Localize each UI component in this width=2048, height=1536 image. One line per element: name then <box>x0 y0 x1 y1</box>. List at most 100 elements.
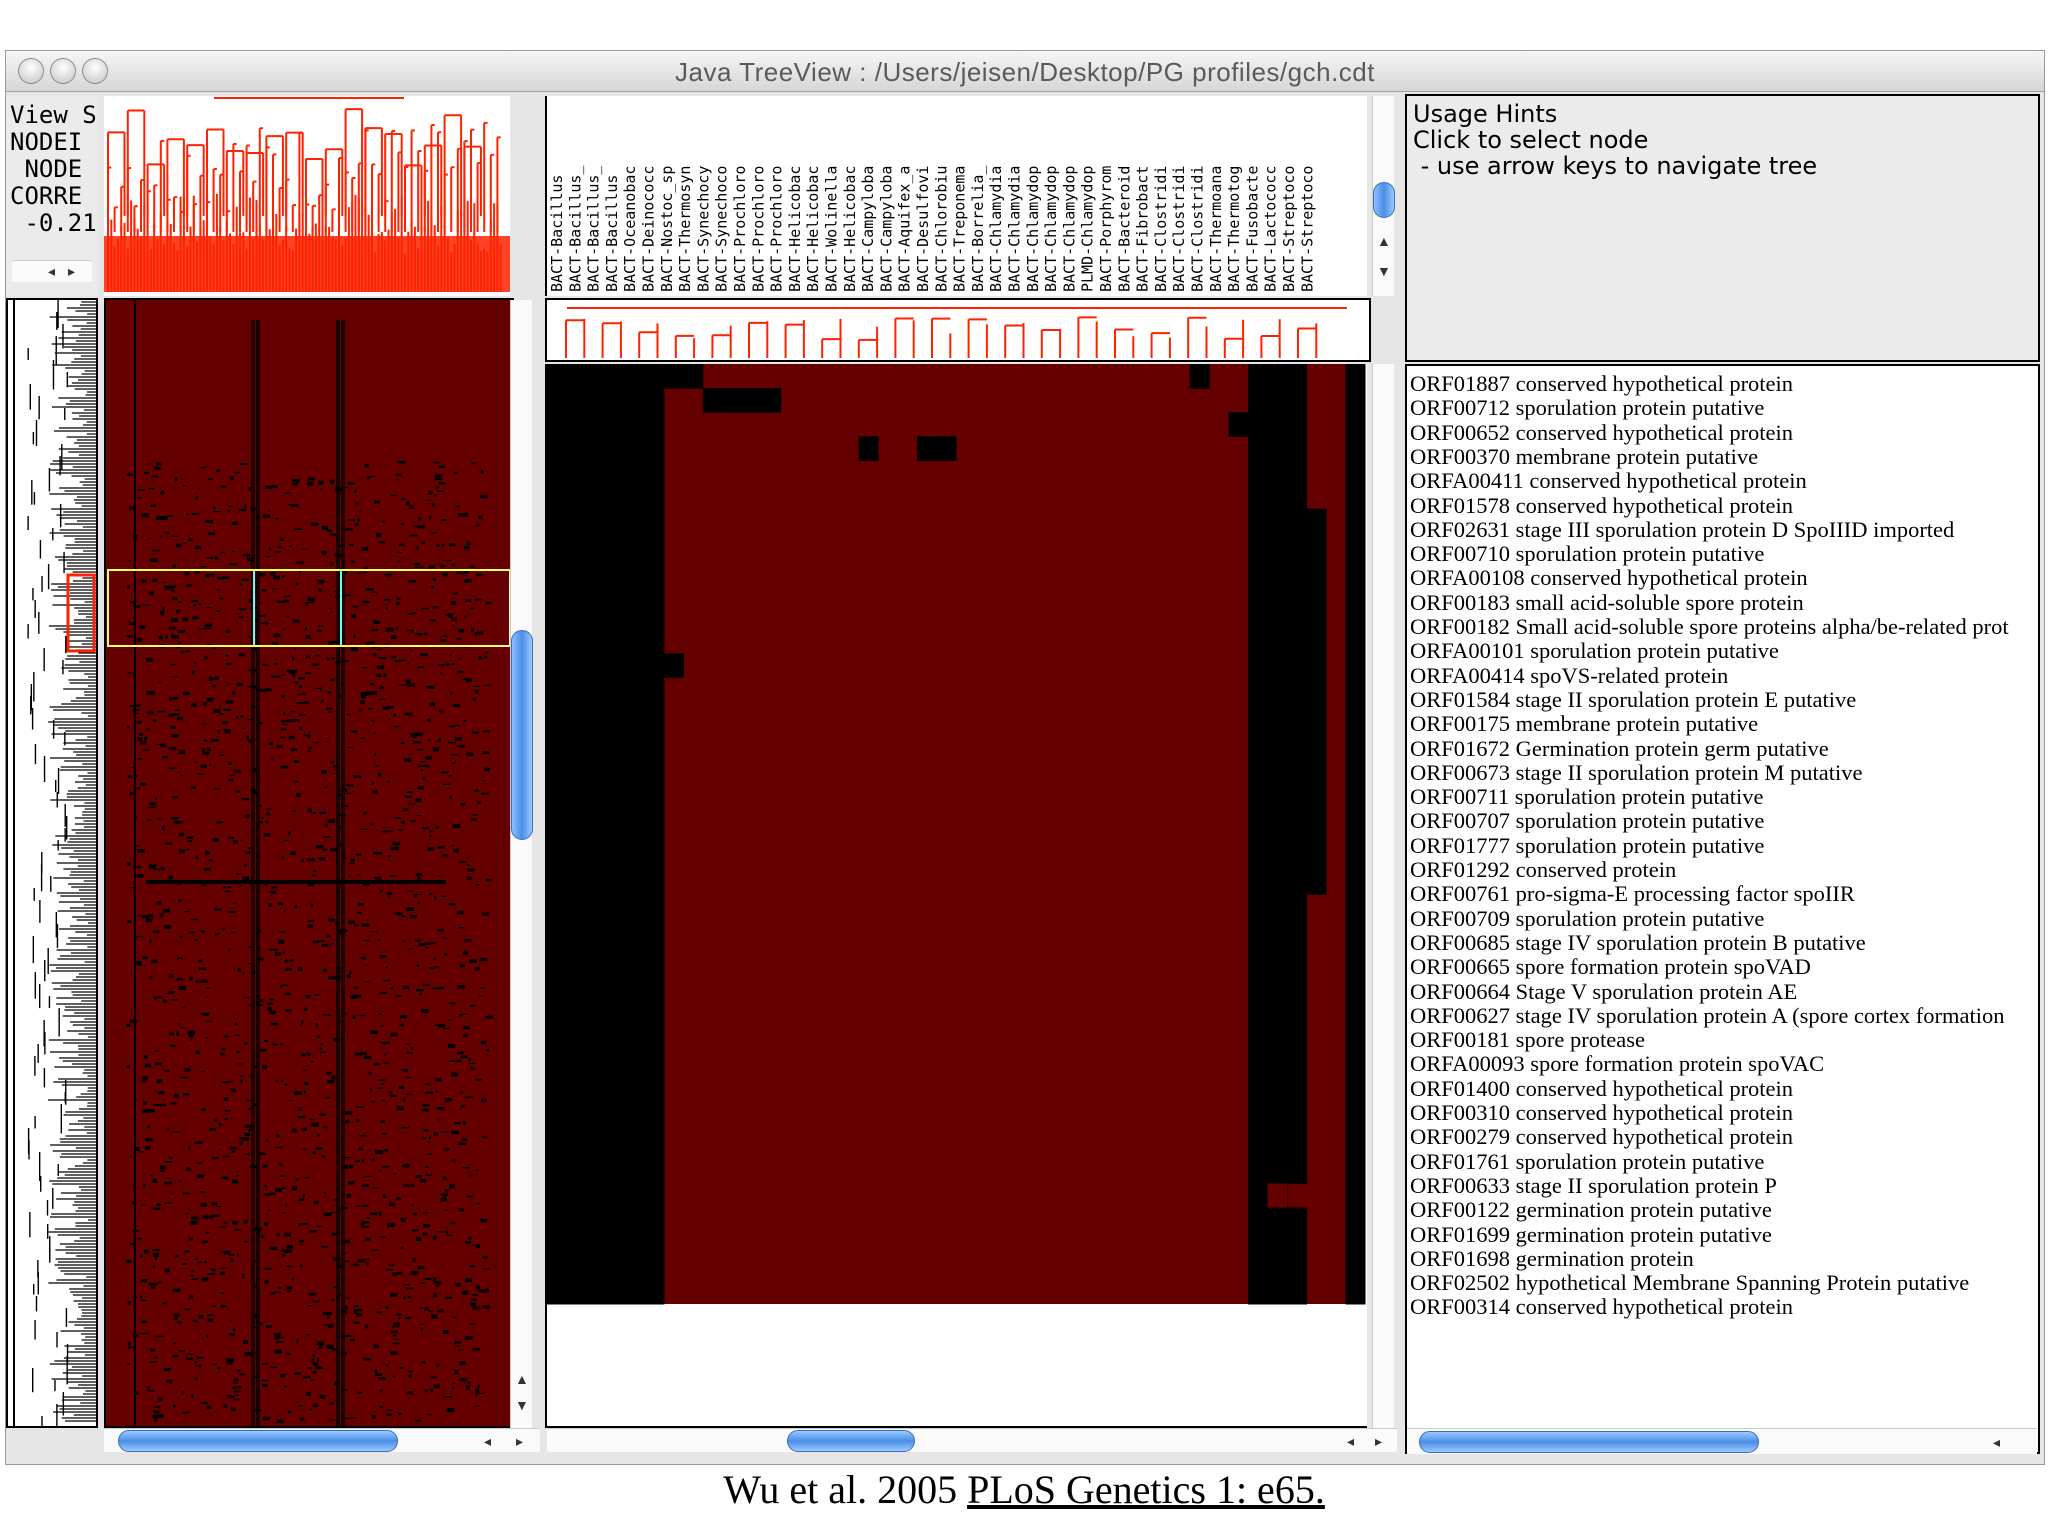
array-name-label[interactable]: BACT-Bacillus_ <box>566 165 584 292</box>
heatmap-cell[interactable] <box>624 677 645 702</box>
heatmap-cell[interactable] <box>1287 918 1308 943</box>
heatmap-cell[interactable] <box>1267 1207 1288 1233</box>
heatmap-cell[interactable] <box>547 1183 567 1209</box>
heatmap-cell[interactable] <box>1267 1014 1288 1040</box>
heatmap-cell[interactable] <box>624 653 645 678</box>
heatmap-cell[interactable] <box>585 653 606 678</box>
heatmap-cell[interactable] <box>1267 484 1288 510</box>
array-name-label[interactable]: BACT-Helicobac <box>786 166 804 292</box>
heatmap-cell[interactable] <box>1306 605 1327 630</box>
heatmap-cell[interactable] <box>624 821 645 847</box>
heatmap-cell[interactable] <box>566 894 587 919</box>
heatmap-cell[interactable] <box>1267 580 1288 606</box>
array-name-label[interactable]: BACT-Wolinella <box>823 166 841 292</box>
heatmap-cell[interactable] <box>1345 532 1366 558</box>
heatmap-cell[interactable] <box>1267 532 1288 558</box>
heatmap-cell[interactable] <box>1248 918 1269 943</box>
heatmap-cell[interactable] <box>624 436 645 461</box>
global-horizontal-scrollbar[interactable]: ◂ ▸ <box>104 1428 540 1452</box>
scroll-left-icon[interactable]: ◂ <box>1993 1435 2000 1449</box>
heatmap-cell[interactable] <box>1345 846 1366 871</box>
heatmap-cell[interactable] <box>566 918 587 943</box>
heatmap-cell[interactable] <box>1267 1111 1288 1136</box>
heatmap-cell[interactable] <box>1306 701 1327 727</box>
heatmap-cell[interactable] <box>605 1183 626 1209</box>
heatmap-cell[interactable] <box>566 508 587 534</box>
heatmap-cell[interactable] <box>858 436 879 461</box>
heatmap-cell[interactable] <box>624 460 645 486</box>
heatmap-cell[interactable] <box>1267 1062 1288 1088</box>
heatmap-cell[interactable] <box>644 1159 665 1184</box>
gene-list-item[interactable]: ORF00761 pro-sigma-E processing factor s… <box>1410 882 1855 906</box>
array-name-label[interactable]: BACT-Porphyrom <box>1097 166 1115 292</box>
heatmap-cell[interactable] <box>644 677 665 702</box>
heatmap-cell[interactable] <box>547 1014 567 1040</box>
heatmap-cell[interactable] <box>1267 1183 1288 1208</box>
heatmap-cell[interactable] <box>1345 436 1366 461</box>
heatmap-cell[interactable] <box>605 532 626 558</box>
array-name-label[interactable]: BACT-Chlamydia <box>1006 166 1024 292</box>
array-name-label[interactable]: BACT-Thermoana <box>1207 166 1225 292</box>
heatmap-cell[interactable] <box>566 966 587 992</box>
heatmap-cell[interactable] <box>1248 412 1269 437</box>
heatmap-cell[interactable] <box>605 821 626 847</box>
heatmap-cell[interactable] <box>1345 1111 1366 1136</box>
heatmap-cell[interactable] <box>547 701 567 727</box>
heatmap-cell[interactable] <box>1267 629 1288 654</box>
heatmap-cell[interactable] <box>1345 1255 1366 1281</box>
heatmap-cell[interactable] <box>1345 725 1366 751</box>
heatmap-cell[interactable] <box>605 1255 626 1281</box>
heatmap-cell[interactable] <box>1248 653 1269 678</box>
heatmap-cell[interactable] <box>1345 580 1366 606</box>
array-name-labels[interactable]: BACT-Bacillus BACT-Bacillus_ BACT-Bacillus… <box>547 96 1347 296</box>
heatmap-cell[interactable] <box>585 436 606 461</box>
heatmap-cell[interactable] <box>1287 966 1308 992</box>
scroll-left-icon[interactable]: ◂ <box>484 1434 491 1448</box>
array-name-label[interactable]: BACT-Streptoco <box>1298 166 1316 292</box>
array-name-label[interactable]: BACT-Campyloba <box>859 166 877 292</box>
heatmap-cell[interactable] <box>1267 725 1288 751</box>
heatmap-cell[interactable] <box>1267 966 1288 992</box>
heatmap-cell[interactable] <box>547 388 567 413</box>
heatmap-cell[interactable] <box>605 1038 626 1064</box>
heatmap-cell[interactable] <box>605 605 626 630</box>
array-name-label[interactable]: BACT-Bacillus <box>603 175 621 292</box>
heatmap-cell[interactable] <box>547 773 567 799</box>
gene-list-item[interactable]: ORF00183 small acid-soluble spore protei… <box>1410 590 1804 615</box>
heatmap-cell[interactable] <box>1345 388 1366 413</box>
heatmap-cell[interactable] <box>1248 1255 1269 1281</box>
heatmap-cell[interactable] <box>547 460 567 486</box>
heatmap-cell[interactable] <box>585 677 606 702</box>
heatmap-cell[interactable] <box>1287 846 1308 871</box>
heatmap-cell[interactable] <box>1287 605 1308 630</box>
heatmap-cell[interactable] <box>624 388 645 413</box>
heatmap-cell[interactable] <box>1267 556 1288 582</box>
heatmap-cell[interactable] <box>605 870 626 895</box>
heatmap-cell[interactable] <box>585 484 606 510</box>
heatmap-cell[interactable] <box>1248 508 1269 534</box>
heatmap-cell[interactable] <box>644 580 665 606</box>
heatmap-cell[interactable] <box>566 460 587 486</box>
heatmap-cell[interactable] <box>1287 1038 1308 1064</box>
heatmap-cell[interactable] <box>585 1087 606 1112</box>
array-names-scroll-thumb[interactable] <box>1373 182 1395 218</box>
heatmap-cell[interactable] <box>1345 1159 1366 1184</box>
scroll-right-icon[interactable]: ▸ <box>516 1434 523 1448</box>
array-name-label[interactable]: BACT-Aquifex_a <box>896 166 914 292</box>
heatmap-cell[interactable] <box>624 1111 645 1136</box>
gene-list-item[interactable]: ORF00709 sporulation protein putative <box>1410 906 1764 931</box>
heatmap-cell[interactable] <box>1248 749 1269 775</box>
heatmap-cell[interactable] <box>585 797 606 823</box>
heatmap-cell[interactable] <box>605 1014 626 1040</box>
heatmap-cell[interactable] <box>1248 1111 1269 1136</box>
heatmap-cell[interactable] <box>624 1183 645 1209</box>
heatmap-cell[interactable] <box>624 1014 645 1040</box>
gene-list-item[interactable]: ORF00310 conserved hypothetical protein <box>1410 1101 1793 1125</box>
heatmap-cell[interactable] <box>605 701 626 727</box>
heatmap-cell[interactable] <box>605 942 626 968</box>
zoom-map-panel[interactable] <box>545 364 1367 1428</box>
heatmap-cell[interactable] <box>547 894 567 919</box>
gene-list-item[interactable]: ORF00664 Stage V sporulation protein AE <box>1410 979 1797 1004</box>
heatmap-cell[interactable] <box>547 1038 567 1064</box>
heatmap-cell[interactable] <box>644 846 665 871</box>
